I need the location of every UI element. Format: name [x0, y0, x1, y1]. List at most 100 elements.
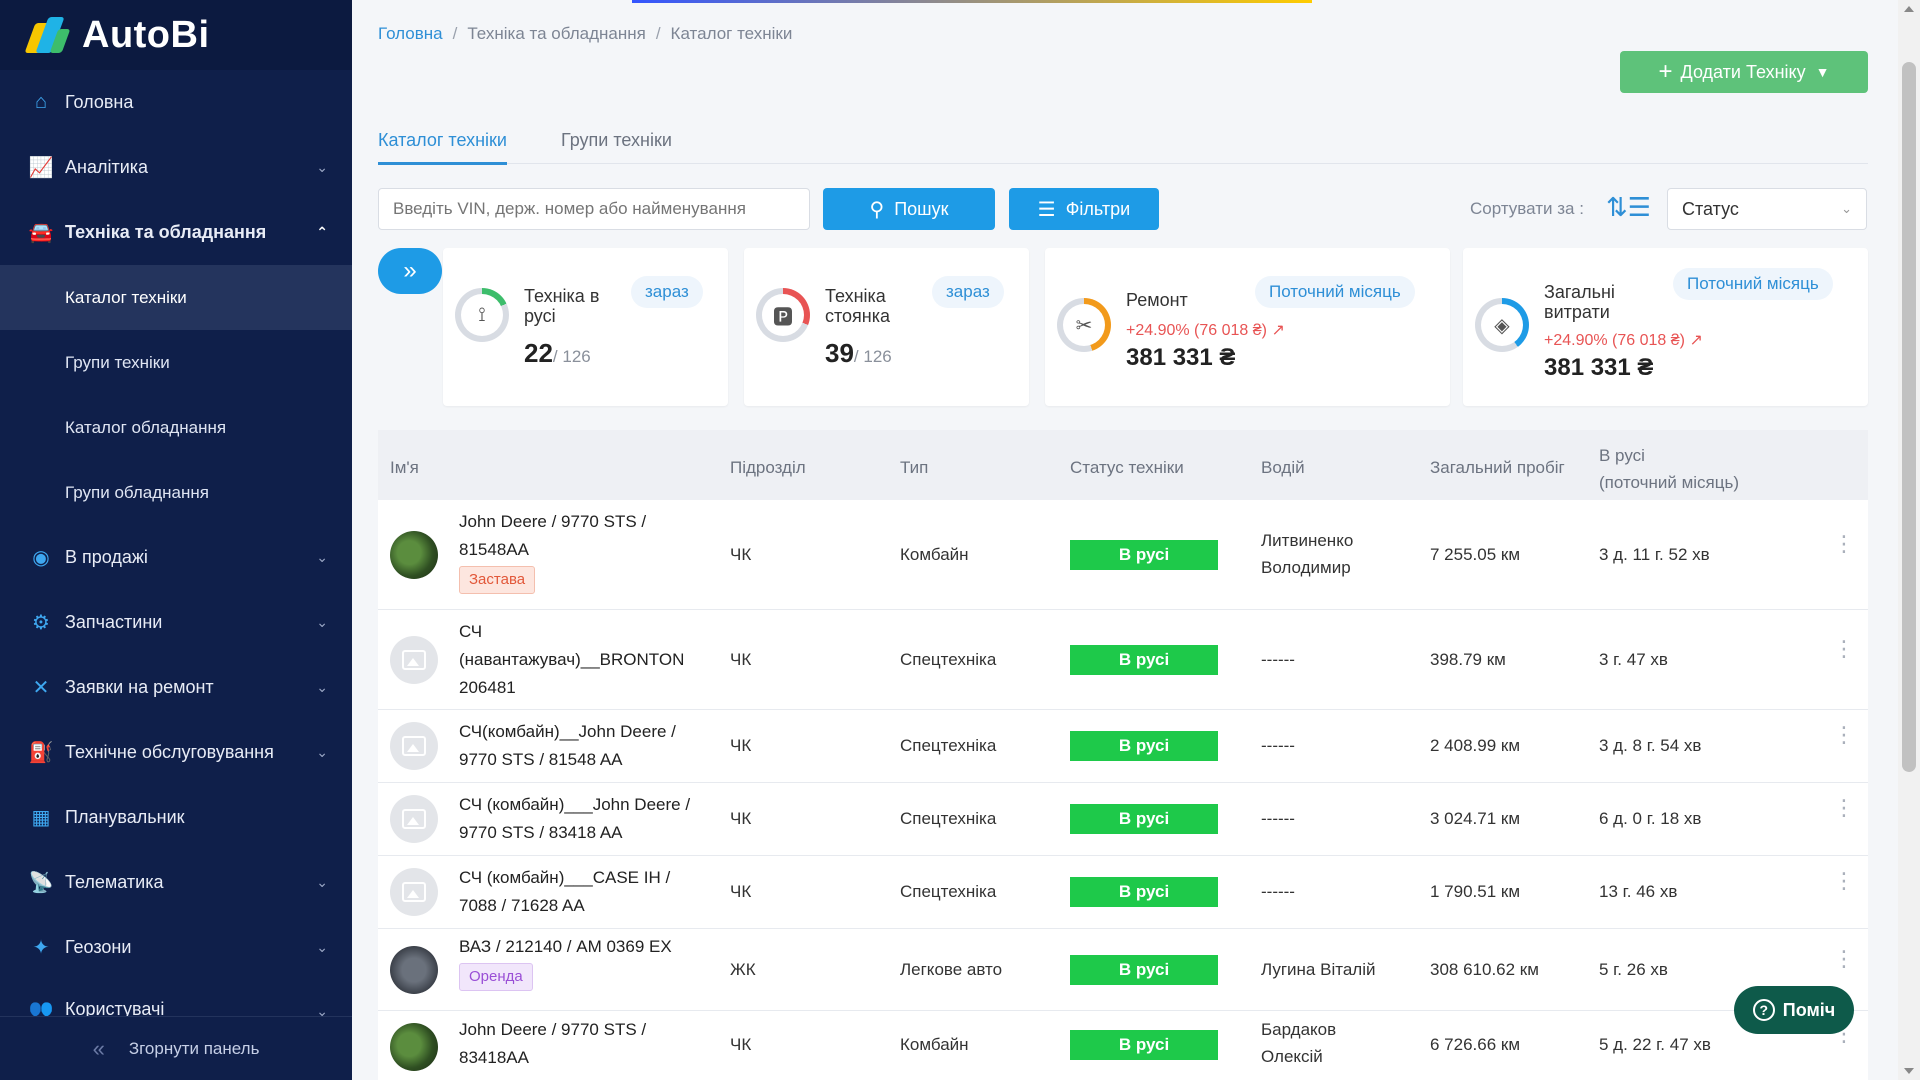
- status-badge: В русі: [1070, 731, 1218, 761]
- period-pill[interactable]: зараз: [932, 276, 1004, 308]
- tab-groups[interactable]: Групи техніки: [561, 130, 672, 151]
- sidebar: AutoBi ⌂ Головна 📈 Аналітика ⌄ 🚘 Техніка та …: [0, 0, 352, 1080]
- sidebar-item-service[interactable]: ⛽ Технічне обслуговування ⌄: [0, 720, 352, 785]
- sort-label: Сортувати за :: [1470, 199, 1584, 218]
- driver-link[interactable]: Лугина Віталій: [1261, 956, 1375, 983]
- menu-icon: ☰: [1037, 198, 1056, 221]
- table-row[interactable]: СЧ (комбайн)___John Deere /9770 STS / 83…: [378, 783, 1868, 856]
- stat-card-expenses: ◈ Загальні витрати Поточний місяць +24.90…: [1463, 248, 1868, 406]
- more-vertical-icon[interactable]: ⋮: [1833, 724, 1855, 746]
- help-button[interactable]: ? Поміч: [1734, 986, 1854, 1034]
- sidebar-subitem-equipment-groups[interactable]: Групи обладнання: [0, 460, 352, 525]
- unit-link[interactable]: ЧК: [730, 805, 751, 832]
- chevron-down-icon: ⌄: [316, 679, 328, 695]
- breadcrumb-current: Каталог техніки: [670, 24, 793, 43]
- geo-icon: ✦: [32, 937, 50, 959]
- sidebar-item-repair[interactable]: ✕ Заявки на ремонт ⌄: [0, 655, 352, 720]
- tools-icon: ✂: [1063, 304, 1105, 346]
- chevron-down-icon: ⌄: [316, 874, 328, 890]
- more-vertical-icon[interactable]: ⋮: [1833, 533, 1855, 555]
- status-badge: В русі: [1070, 877, 1218, 907]
- table-row[interactable]: СЧ (комбайн)___CASE IH /7088 / 71628 AA …: [378, 856, 1868, 929]
- sidebar-subitem-groups[interactable]: Групи техніки: [0, 330, 352, 395]
- driver-link[interactable]: Литвиненко Володимир: [1261, 527, 1353, 581]
- col-moving[interactable]: В русі (поточний місяць): [1599, 442, 1739, 496]
- col-type[interactable]: Тип: [900, 458, 928, 478]
- unit-link[interactable]: ЧК: [730, 1031, 751, 1058]
- more-vertical-icon[interactable]: ⋮: [1833, 638, 1855, 660]
- sidebar-item-users[interactable]: 👥 Користувачі ⌄: [0, 980, 352, 1021]
- sidebar-nav: ⌂ Головна 📈 Аналітика ⌄ 🚘 Техніка та обладна…: [0, 70, 352, 1020]
- unit-link[interactable]: ЧК: [730, 646, 751, 673]
- sidebar-subitem-equipment-catalog[interactable]: Каталог обладнання: [0, 395, 352, 460]
- tab-catalog[interactable]: Каталог техніки: [378, 130, 507, 165]
- logo[interactable]: AutoBi: [0, 0, 352, 70]
- chevron-down-icon: ⌄: [316, 744, 328, 760]
- sort-select[interactable]: Статус ⌄: [1667, 188, 1867, 230]
- period-pill[interactable]: зараз: [631, 276, 703, 308]
- col-name[interactable]: Ім'я: [390, 458, 419, 478]
- more-vertical-icon[interactable]: ⋮: [1833, 948, 1855, 970]
- filters-button[interactable]: ☰ Фільтри: [1009, 188, 1159, 230]
- tabs: Каталог техніки Групи техніки: [378, 126, 1868, 165]
- unit-link[interactable]: ЧК: [730, 878, 751, 905]
- home-icon: ⌂: [34, 91, 48, 113]
- sidebar-item-telematics[interactable]: 📡 Телематика ⌄: [0, 850, 352, 915]
- table-row[interactable]: John Deere / 9770 STS /81548AA Застава ЧК…: [378, 500, 1868, 610]
- image-placeholder-icon: [390, 636, 438, 684]
- vehicle-photo: [390, 1023, 438, 1071]
- period-pill[interactable]: Поточний місяць: [1255, 276, 1415, 308]
- scrollbar-thumb[interactable]: [1902, 62, 1916, 772]
- unit-link[interactable]: ЧК: [730, 541, 751, 568]
- unit-link[interactable]: ЧК: [730, 732, 751, 759]
- expand-cards-button[interactable]: »: [378, 248, 442, 294]
- sidebar-item-planner[interactable]: ▦ Планувальник: [0, 785, 352, 850]
- wrench-icon: ✕: [32, 677, 50, 699]
- table-header: Ім'я Підрозділ Тип Статус техніки Водій …: [378, 430, 1868, 500]
- table-row[interactable]: ВАЗ / 212140 / АМ 0369 ЕХ Оренда ЖК Легко…: [378, 929, 1868, 1011]
- sidebar-item-home[interactable]: ⌂ Головна: [0, 70, 352, 135]
- table-row[interactable]: John Deere / 9770 STS /83418AA ЧК Комбай…: [378, 1011, 1868, 1080]
- page-scrollbar[interactable]: [1898, 0, 1920, 1080]
- col-status[interactable]: Статус техніки: [1070, 458, 1184, 478]
- chevron-down-icon: ⌄: [316, 614, 328, 630]
- search-input[interactable]: [378, 188, 810, 230]
- image-placeholder-icon: [390, 722, 438, 770]
- chevron-up-icon: ⌃: [316, 224, 328, 240]
- more-vertical-icon[interactable]: ⋮: [1833, 870, 1855, 892]
- status-badge: В русі: [1070, 955, 1218, 985]
- chevron-down-icon: ⌄: [1841, 201, 1852, 216]
- col-mileage[interactable]: Загальний пробіг: [1430, 458, 1565, 478]
- breadcrumb-equipment[interactable]: Техніка та обладнання: [467, 24, 645, 43]
- more-vertical-icon[interactable]: ⋮: [1833, 797, 1855, 819]
- question-icon: ?: [1752, 999, 1775, 1021]
- breadcrumb-home[interactable]: Головна: [378, 24, 443, 43]
- period-pill[interactable]: Поточний місяць: [1673, 268, 1833, 300]
- sidebar-item-analytics[interactable]: 📈 Аналітика ⌄: [0, 135, 352, 200]
- add-equipment-button[interactable]: + Додати Техніку ▼: [1620, 51, 1868, 93]
- vehicle-photo: [390, 531, 438, 579]
- parts-icon: ⚙: [32, 612, 50, 634]
- sale-icon: ◉: [32, 547, 50, 569]
- sidebar-item-parts[interactable]: ⚙ Запчастини ⌄: [0, 590, 352, 655]
- chart-icon: 📈: [28, 157, 54, 179]
- collapse-panel-button[interactable]: « Згорнути панель: [0, 1016, 352, 1080]
- sidebar-subitem-catalog[interactable]: Каталог техніки: [0, 265, 352, 330]
- table-row[interactable]: СЧ (навантажувач)__BRONTON 206481 ЧК Спецт…: [378, 610, 1868, 710]
- search-button[interactable]: ⚲ Пошук: [823, 188, 995, 230]
- col-driver[interactable]: Водій: [1261, 458, 1305, 478]
- chevron-down-icon: ⌄: [316, 939, 328, 955]
- table-row[interactable]: СЧ(комбайн)__John Deere /9770 STS / 8154…: [378, 710, 1868, 783]
- search-icon: ⚲: [869, 198, 885, 221]
- unit-link[interactable]: ЖК: [730, 956, 756, 983]
- col-unit[interactable]: Підрозділ: [730, 458, 806, 478]
- driver-link[interactable]: Бардаков Олексій: [1261, 1016, 1336, 1070]
- sidebar-item-sale[interactable]: ◉ В продажі ⌄: [0, 525, 352, 590]
- sort-order-icon[interactable]: ⇅☰: [1606, 192, 1651, 223]
- route-icon: ⟟: [461, 294, 503, 336]
- chevron-down-icon: ⌄: [316, 549, 328, 565]
- equipment-table: Ім'я Підрозділ Тип Статус техніки Водій …: [378, 430, 1868, 1080]
- sidebar-item-geozones[interactable]: ✦ Геозони ⌄: [0, 915, 352, 980]
- sidebar-item-equipment[interactable]: 🚘 Техніка та обладнання ⌃: [0, 200, 352, 265]
- vehicle-photo: [390, 946, 438, 994]
